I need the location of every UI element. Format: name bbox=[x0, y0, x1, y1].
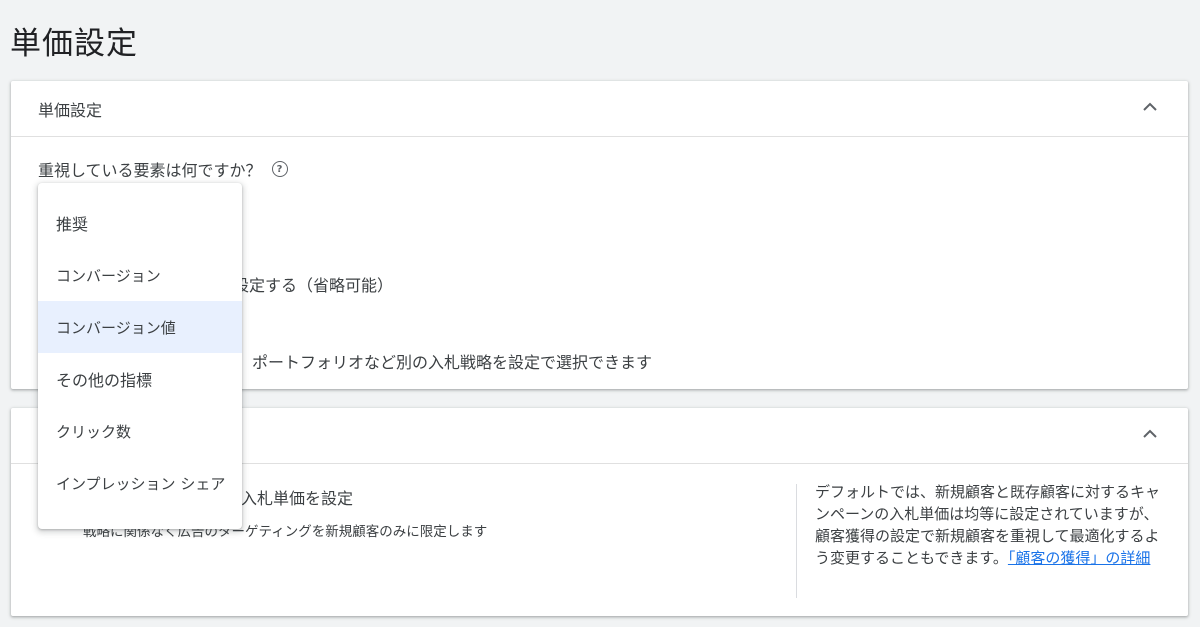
customer-acquisition-info: デフォルトでは、新規顧客と既存顧客に対するキャンペーンの入札単価は均等に設定され… bbox=[815, 481, 1165, 569]
dropdown-option-conversions[interactable]: コンバージョン bbox=[38, 249, 242, 301]
customer-acquisition-link[interactable]: 「顧客の獲得」の詳細 bbox=[1008, 549, 1151, 567]
bid-new-customers-option[interactable]: 入札単価を設定 bbox=[241, 485, 353, 509]
focus-question-label: 重視している要素は何ですか？ ? bbox=[38, 157, 288, 181]
dropdown-option-recommended[interactable]: 推奨 bbox=[38, 197, 242, 249]
dropdown-option-other-metrics[interactable]: その他の指標 bbox=[38, 353, 242, 405]
page-title: 単価設定 bbox=[10, 26, 138, 62]
dropdown-option-conversion-value[interactable]: コンバージョン値 bbox=[38, 301, 242, 353]
card-title: 単価設定 bbox=[38, 101, 103, 120]
focus-question-text: 重視している要素は何ですか？ bbox=[38, 161, 262, 180]
focus-dropdown-menu: 推奨 コンバージョン コンバージョン値 その他の指標 クリック数 インプレッショ… bbox=[38, 183, 242, 529]
card-header[interactable]: 単価設定 bbox=[11, 81, 1188, 137]
dropdown-option-impression-share[interactable]: インプレッション シェア bbox=[38, 457, 242, 509]
optional-target-text: 設定する（省略可能） bbox=[233, 276, 394, 295]
help-icon[interactable]: ? bbox=[271, 161, 288, 177]
vertical-divider bbox=[796, 484, 797, 598]
portfolio-strategy-text: ポートフォリオなど別の入札戦略を設定で選択できます bbox=[252, 353, 653, 372]
dropdown-option-clicks[interactable]: クリック数 bbox=[38, 405, 242, 457]
chevron-up-icon[interactable] bbox=[1138, 422, 1162, 446]
chevron-up-icon[interactable] bbox=[1138, 95, 1162, 119]
